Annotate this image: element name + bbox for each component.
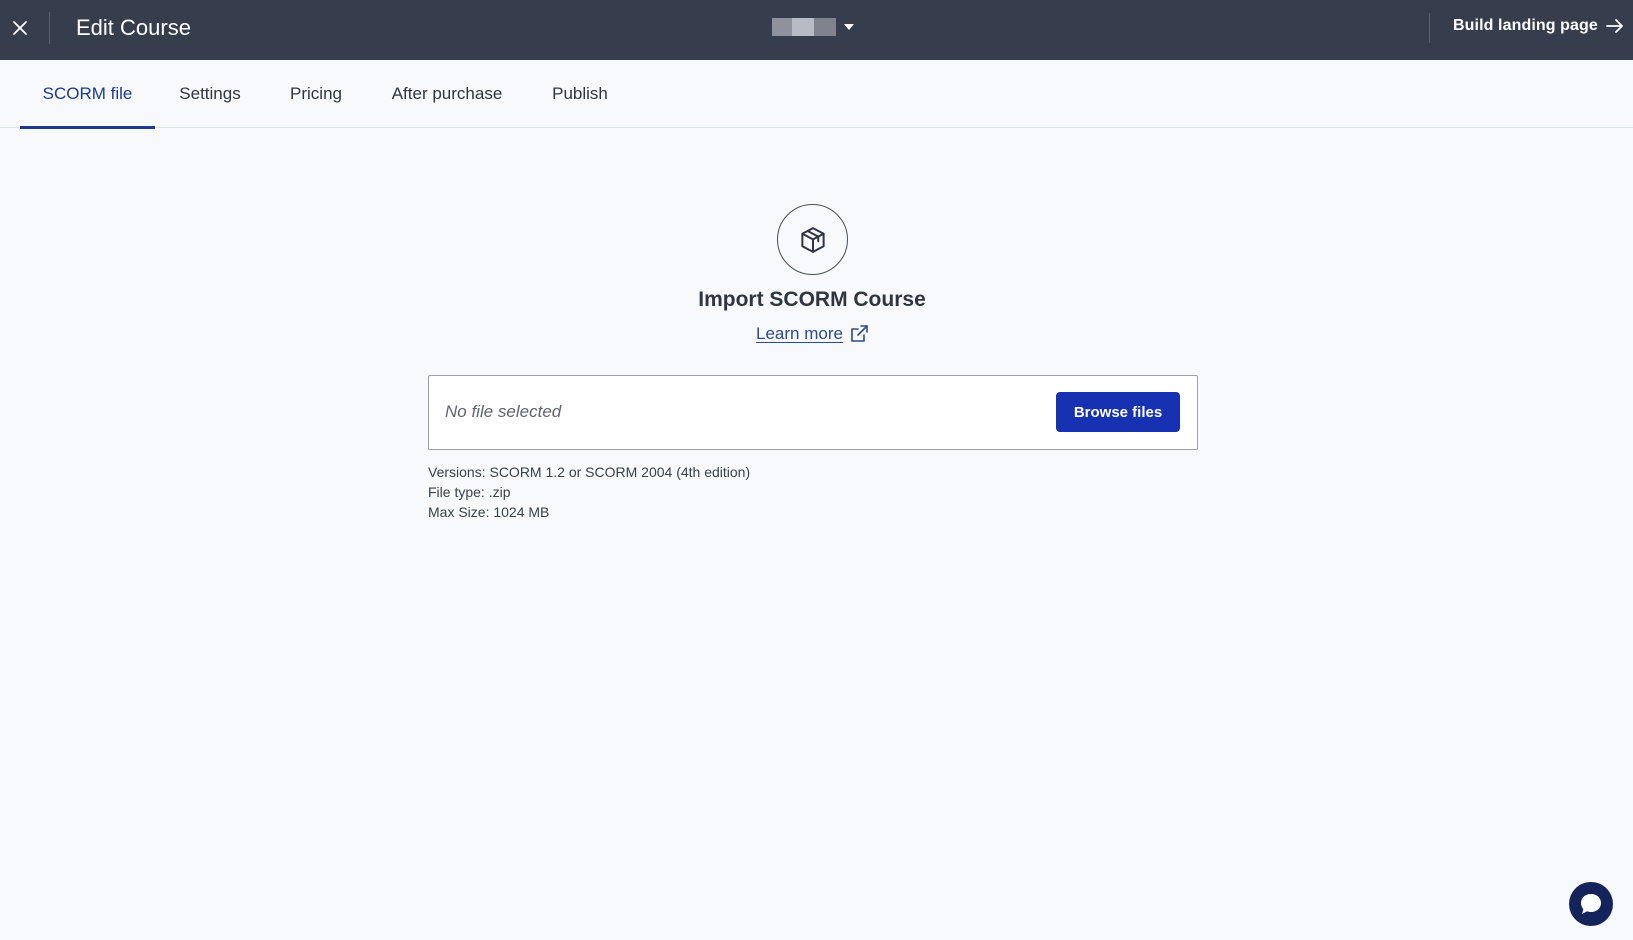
package-icon-circle	[777, 204, 848, 275]
close-icon	[13, 21, 27, 35]
build-landing-page-button[interactable]: Build landing page	[1453, 17, 1624, 35]
build-landing-page-label: Build landing page	[1453, 17, 1598, 34]
tab-label: Pricing	[290, 84, 342, 103]
tab-settings[interactable]: Settings	[155, 60, 265, 128]
tab-label: Publish	[552, 84, 608, 103]
tab-label: Settings	[179, 84, 241, 103]
arrow-right-icon	[1606, 19, 1623, 33]
header-divider	[49, 12, 50, 44]
tab-scorm-file[interactable]: SCORM file	[20, 60, 155, 129]
chat-bubble-icon	[1581, 894, 1601, 914]
file-upload-field[interactable]: No file selected Browse files	[428, 375, 1198, 450]
caret-down-icon	[844, 24, 854, 30]
file-status-text: No file selected	[445, 402, 562, 421]
tab-publish[interactable]: Publish	[527, 60, 633, 128]
header-divider-right	[1429, 13, 1430, 43]
external-link-icon	[851, 325, 868, 342]
import-heading: Import SCORM Course	[698, 288, 926, 311]
file-type-info: File type: .zip	[428, 484, 511, 500]
learn-more-link[interactable]: Learn more	[756, 324, 869, 344]
versions-info: Versions: SCORM 1.2 or SCORM 2004 (4th e…	[428, 464, 751, 480]
top-bar: Edit Course Build landing page	[0, 0, 1633, 60]
redacted-course-name	[772, 18, 836, 36]
package-icon	[800, 226, 825, 253]
course-switcher[interactable]	[772, 17, 854, 37]
browse-files-button[interactable]: Browse files	[1056, 392, 1180, 432]
tab-label: SCORM file	[42, 84, 133, 103]
tab-after-purchase[interactable]: After purchase	[367, 60, 527, 128]
learn-more-label: Learn more	[756, 324, 843, 343]
tab-bar: SCORM file Settings Pricing After purcha…	[0, 60, 1633, 129]
tab-pricing[interactable]: Pricing	[265, 60, 367, 128]
close-button[interactable]	[8, 16, 32, 40]
page-title: Edit Course	[76, 15, 191, 40]
chat-button[interactable]	[1569, 882, 1613, 926]
max-size-info: Max Size: 1024 MB	[428, 504, 550, 520]
tab-label: After purchase	[391, 84, 503, 103]
file-requirements: Versions: SCORM 1.2 or SCORM 2004 (4th e…	[428, 462, 750, 522]
